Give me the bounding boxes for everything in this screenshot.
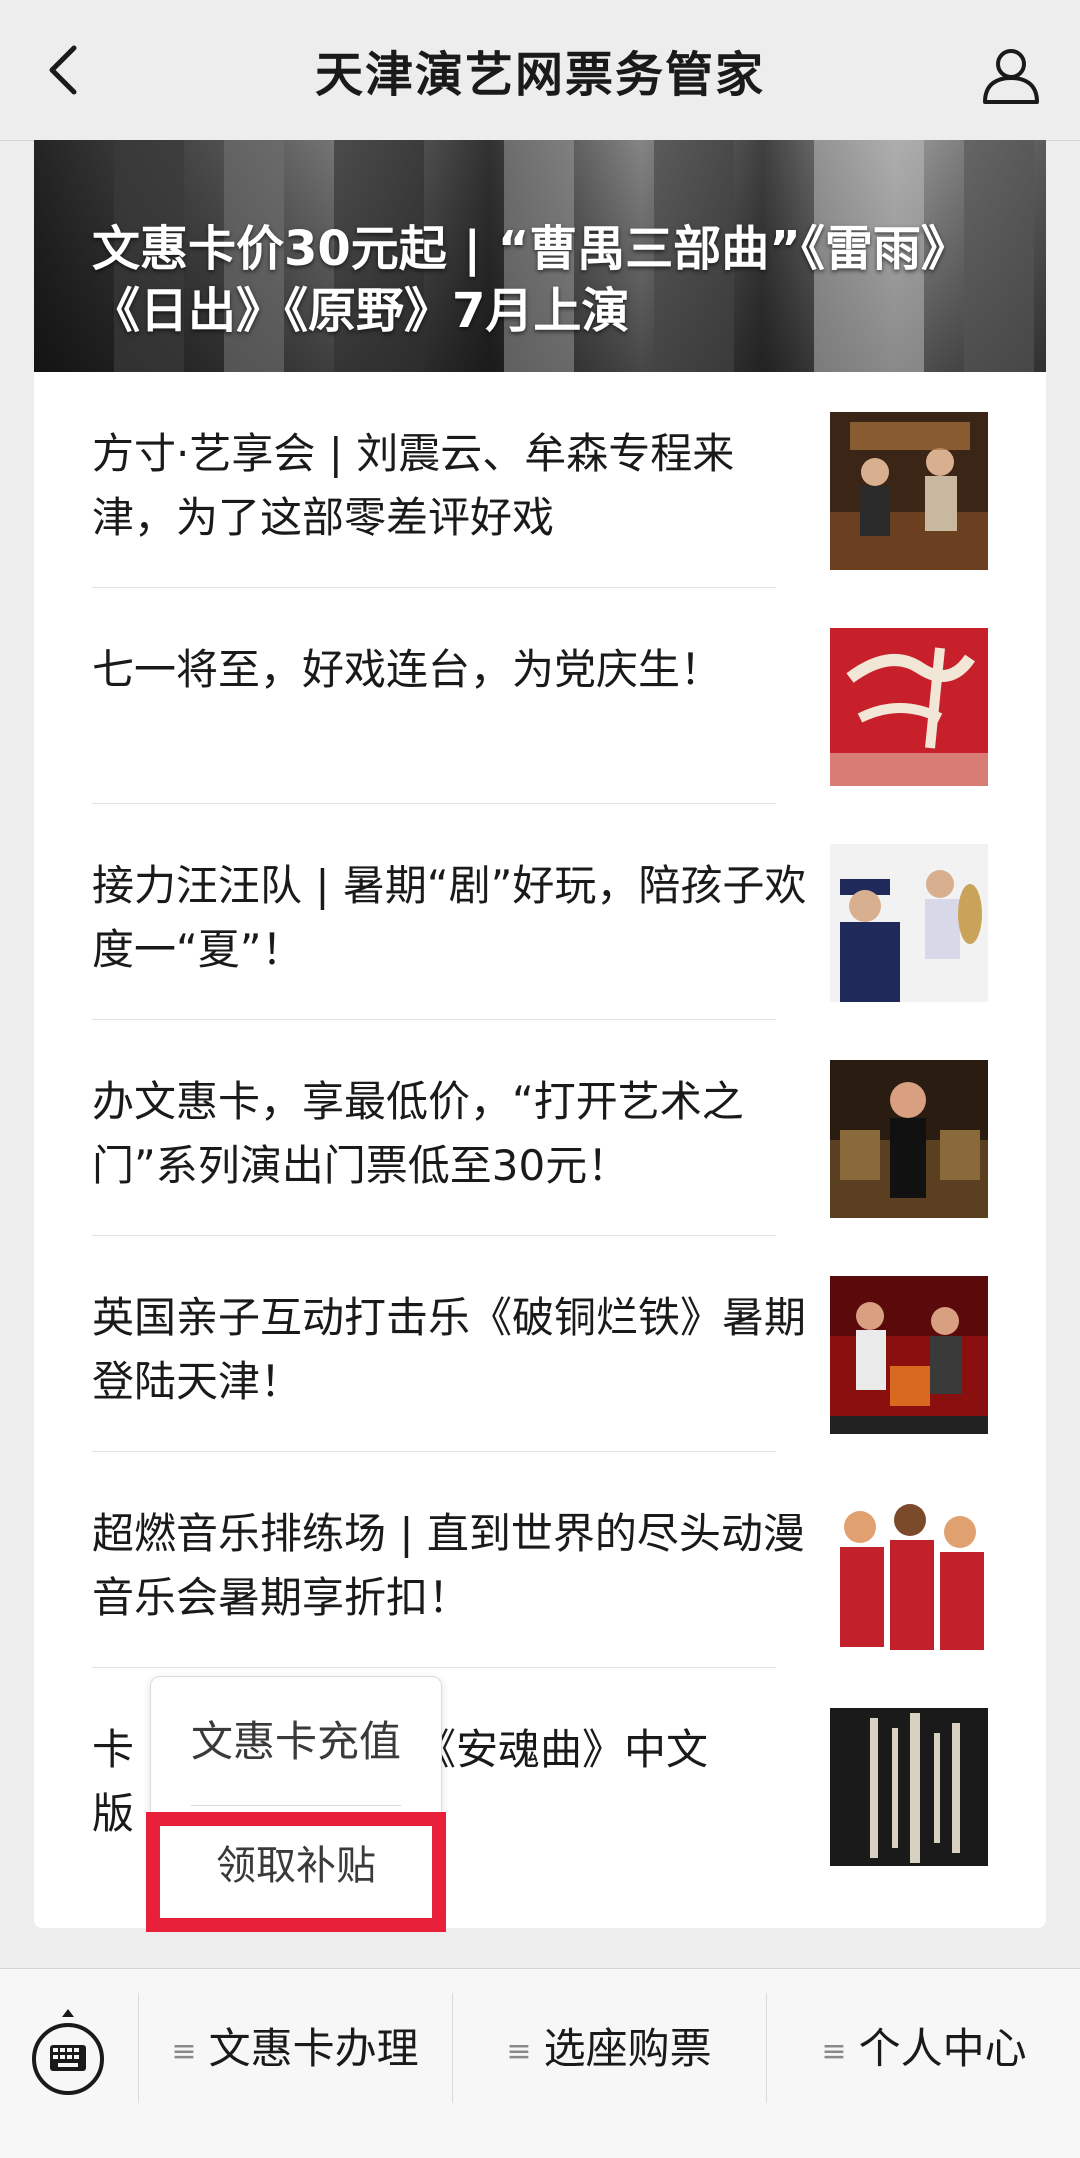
article-thumbnail	[830, 1276, 988, 1434]
back-arrow-icon[interactable]	[36, 42, 92, 98]
top-navbar: 天津演艺网票务管家	[0, 0, 1080, 141]
hero-title: 文惠卡价30元起 | “曹禺三部曲”《雷雨》《日出》《原野》7月上演	[92, 221, 969, 339]
divider	[452, 1993, 453, 2103]
bottom-menu-bar: ≡ 文惠卡办理 ≡ 选座购票 ≡ 个人中心	[0, 1968, 1080, 2158]
page-title: 天津演艺网票务管家	[314, 47, 765, 103]
article-thumbnail	[830, 628, 988, 786]
menu-wenhui-card[interactable]: ≡ 文惠卡办理	[140, 1969, 450, 2129]
article-title: 接力汪汪队 | 暑期“剧”好玩，陪孩子欢度一“夏”！	[92, 861, 807, 974]
keyboard-toggle-icon[interactable]	[28, 2007, 108, 2097]
hero-article[interactable]: 文惠卡价30元起 | “曹禺三部曲”《雷雨》《日出》《原野》7月上演	[34, 140, 1046, 372]
article-thumbnail	[830, 1708, 988, 1866]
menu-personal-center[interactable]: ≡ 个人中心	[768, 1969, 1080, 2129]
article-title: 超燃音乐排练场 | 直到世界的尽头动漫音乐会暑期享折扣！	[92, 1509, 805, 1622]
list-item[interactable]: 英国亲子互动打击乐《破铜烂铁》暑期登陆天津！	[34, 1236, 1046, 1452]
menu-lines-icon: ≡	[506, 2033, 532, 2069]
article-title: 七一将至，好戏连台，为党庆生！	[92, 645, 723, 694]
menu-lines-icon: ≡	[821, 2033, 847, 2069]
article-title: 方寸·艺享会 | 刘震云、牟森专程来津，为了这部零差评好戏	[92, 429, 735, 542]
menu-item-recharge[interactable]: 文惠卡充值	[151, 1677, 441, 1807]
article-list: 方寸·艺享会 | 刘震云、牟森专程来津，为了这部零差评好戏 七一将至，好戏连台，…	[34, 372, 1046, 1884]
article-thumbnail	[830, 844, 988, 1002]
list-item[interactable]: 超燃音乐排练场 | 直到世界的尽头动漫音乐会暑期享折扣！	[34, 1452, 1046, 1668]
menu-lines-icon: ≡	[171, 2033, 197, 2069]
article-card: 文惠卡价30元起 | “曹禺三部曲”《雷雨》《日出》《原野》7月上演 方寸·艺享…	[34, 140, 1046, 1928]
divider	[138, 1993, 139, 2103]
article-thumbnail	[830, 1492, 988, 1650]
list-item[interactable]: 接力汪汪队 | 暑期“剧”好玩，陪孩子欢度一“夏”！	[34, 804, 1046, 1020]
article-thumbnail	[830, 412, 988, 570]
user-profile-icon[interactable]	[976, 40, 1046, 110]
divider	[766, 1993, 767, 2103]
list-item[interactable]: 七一将至，好戏连台，为党庆生！	[34, 588, 1046, 804]
list-item[interactable]: 方寸·艺享会 | 刘震云、牟森专程来津，为了这部零差评好戏	[34, 372, 1046, 588]
list-item[interactable]: 办文惠卡，享最低价，“打开艺术之门”系列演出门票低至30元！	[34, 1020, 1046, 1236]
article-title: 英国亲子互动打击乐《破铜烂铁》暑期登陆天津！	[92, 1293, 807, 1406]
article-title: 办文惠卡，享最低价，“打开艺术之门”系列演出门票低至30元！	[92, 1077, 744, 1190]
menu-seat-purchase[interactable]: ≡ 选座购票	[454, 1969, 764, 2129]
article-thumbnail	[830, 1060, 988, 1218]
highlight-box	[146, 1812, 446, 1932]
divider	[191, 1805, 401, 1806]
